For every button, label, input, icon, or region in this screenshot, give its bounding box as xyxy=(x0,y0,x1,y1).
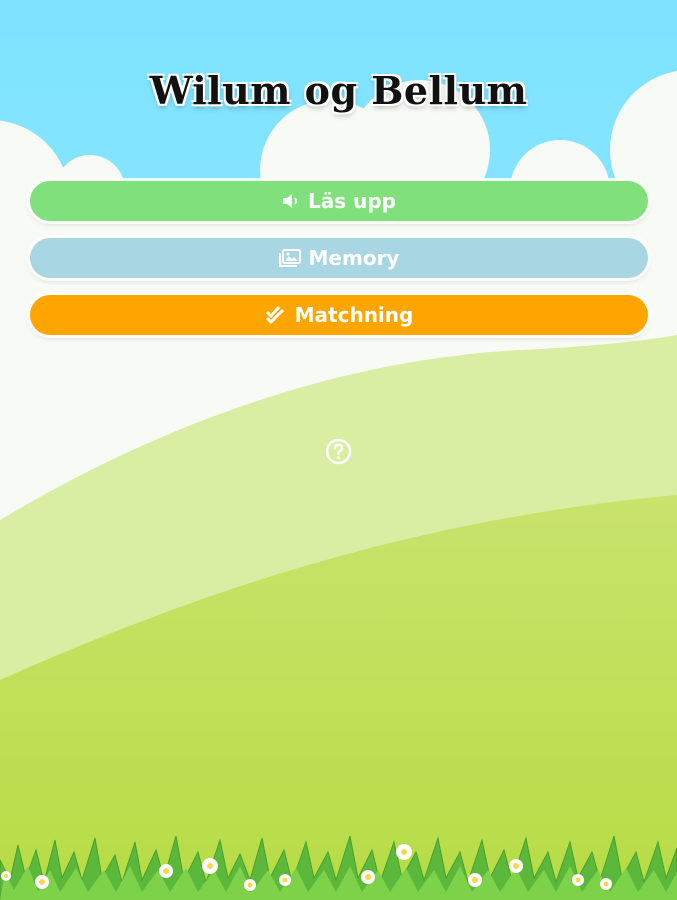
matching-button[interactable]: Matchning xyxy=(30,295,648,335)
app-title: Wilum og Bellum xyxy=(149,68,528,113)
question-circle-icon xyxy=(325,438,352,465)
memory-button[interactable]: Memory xyxy=(30,238,648,278)
read-aloud-label: Läs upp xyxy=(308,189,396,213)
help-button[interactable] xyxy=(325,438,352,465)
image-icon xyxy=(278,249,301,267)
double-check-icon xyxy=(265,306,287,324)
main-menu: Läs upp Memory Matchning xyxy=(30,181,648,352)
matching-label: Matchning xyxy=(294,303,414,327)
memory-label: Memory xyxy=(308,246,400,270)
read-aloud-button[interactable]: Läs upp xyxy=(30,181,648,221)
speaker-icon xyxy=(282,193,300,209)
